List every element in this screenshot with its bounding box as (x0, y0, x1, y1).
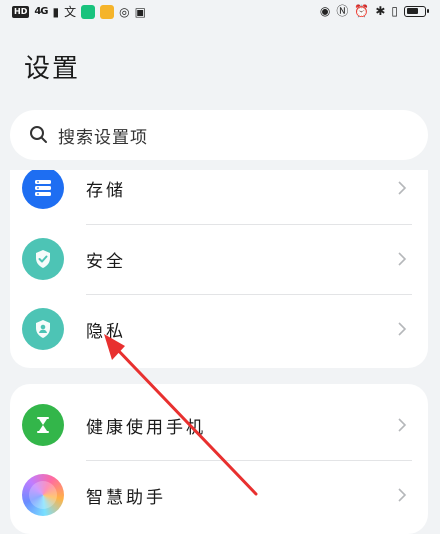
signal-bars-icon: ▮ (52, 5, 60, 19)
signal-4g: 4G (34, 6, 48, 17)
settings-item-smart-assistant[interactable]: 智慧助手 (10, 460, 428, 530)
settings-group-1: 存储 安全 隐私 (10, 170, 428, 368)
alarm-icon: ⏰ (354, 4, 370, 18)
search-input[interactable]: 搜索设置项 (10, 110, 428, 160)
vibrate-icon: ▯ (391, 4, 398, 18)
settings-item-label: 隐私 (86, 321, 126, 342)
status-bar: HD 4G ▮ 文 ◎ ▣ ◉ Ⓝ ⏰ ✱ ▯ (0, 0, 440, 26)
eye-icon: ◉ (319, 4, 331, 18)
chevron-right-icon (398, 181, 407, 195)
translate-app-icon: 文 (64, 5, 77, 19)
store-app-icon: ▣ (134, 5, 146, 19)
smart-assistant-icon (22, 474, 64, 516)
hourglass-icon (22, 404, 64, 446)
chevron-right-icon (398, 418, 407, 432)
privacy-icon (22, 308, 64, 350)
settings-item-label: 存储 (86, 180, 126, 201)
shield-check-icon (22, 238, 64, 280)
chevron-right-icon (398, 322, 407, 336)
settings-item-label: 健康使用手机 (86, 417, 206, 438)
bluetooth-icon: ✱ (375, 4, 386, 18)
notes-app-icon (100, 5, 115, 19)
nfc-icon: Ⓝ (336, 4, 349, 18)
settings-item-label: 安全 (86, 251, 126, 272)
settings-item-security[interactable]: 安全 (10, 224, 428, 294)
battery-icon (404, 5, 429, 17)
storage-icon (22, 170, 64, 209)
settings-item-label: 智慧助手 (86, 487, 166, 508)
status-bar-left: HD 4G ▮ 文 ◎ ▣ (12, 5, 146, 19)
camera-app-icon: ◎ (119, 5, 130, 19)
settings-item-digital-balance[interactable]: 健康使用手机 (10, 390, 428, 460)
chevron-right-icon (398, 488, 407, 502)
settings-item-privacy[interactable]: 隐私 (10, 294, 428, 364)
settings-group-2: 健康使用手机 智慧助手 (10, 384, 428, 534)
page-title: 设置 (24, 54, 81, 84)
search-placeholder: 搜索设置项 (58, 127, 148, 148)
status-bar-right: ◉ Ⓝ ⏰ ✱ ▯ (319, 4, 429, 18)
chevron-right-icon (398, 252, 407, 266)
wechat-icon (81, 5, 96, 19)
search-icon (28, 124, 50, 146)
hd-badge: HD (12, 6, 30, 18)
settings-item-storage[interactable]: 存储 (10, 170, 428, 223)
